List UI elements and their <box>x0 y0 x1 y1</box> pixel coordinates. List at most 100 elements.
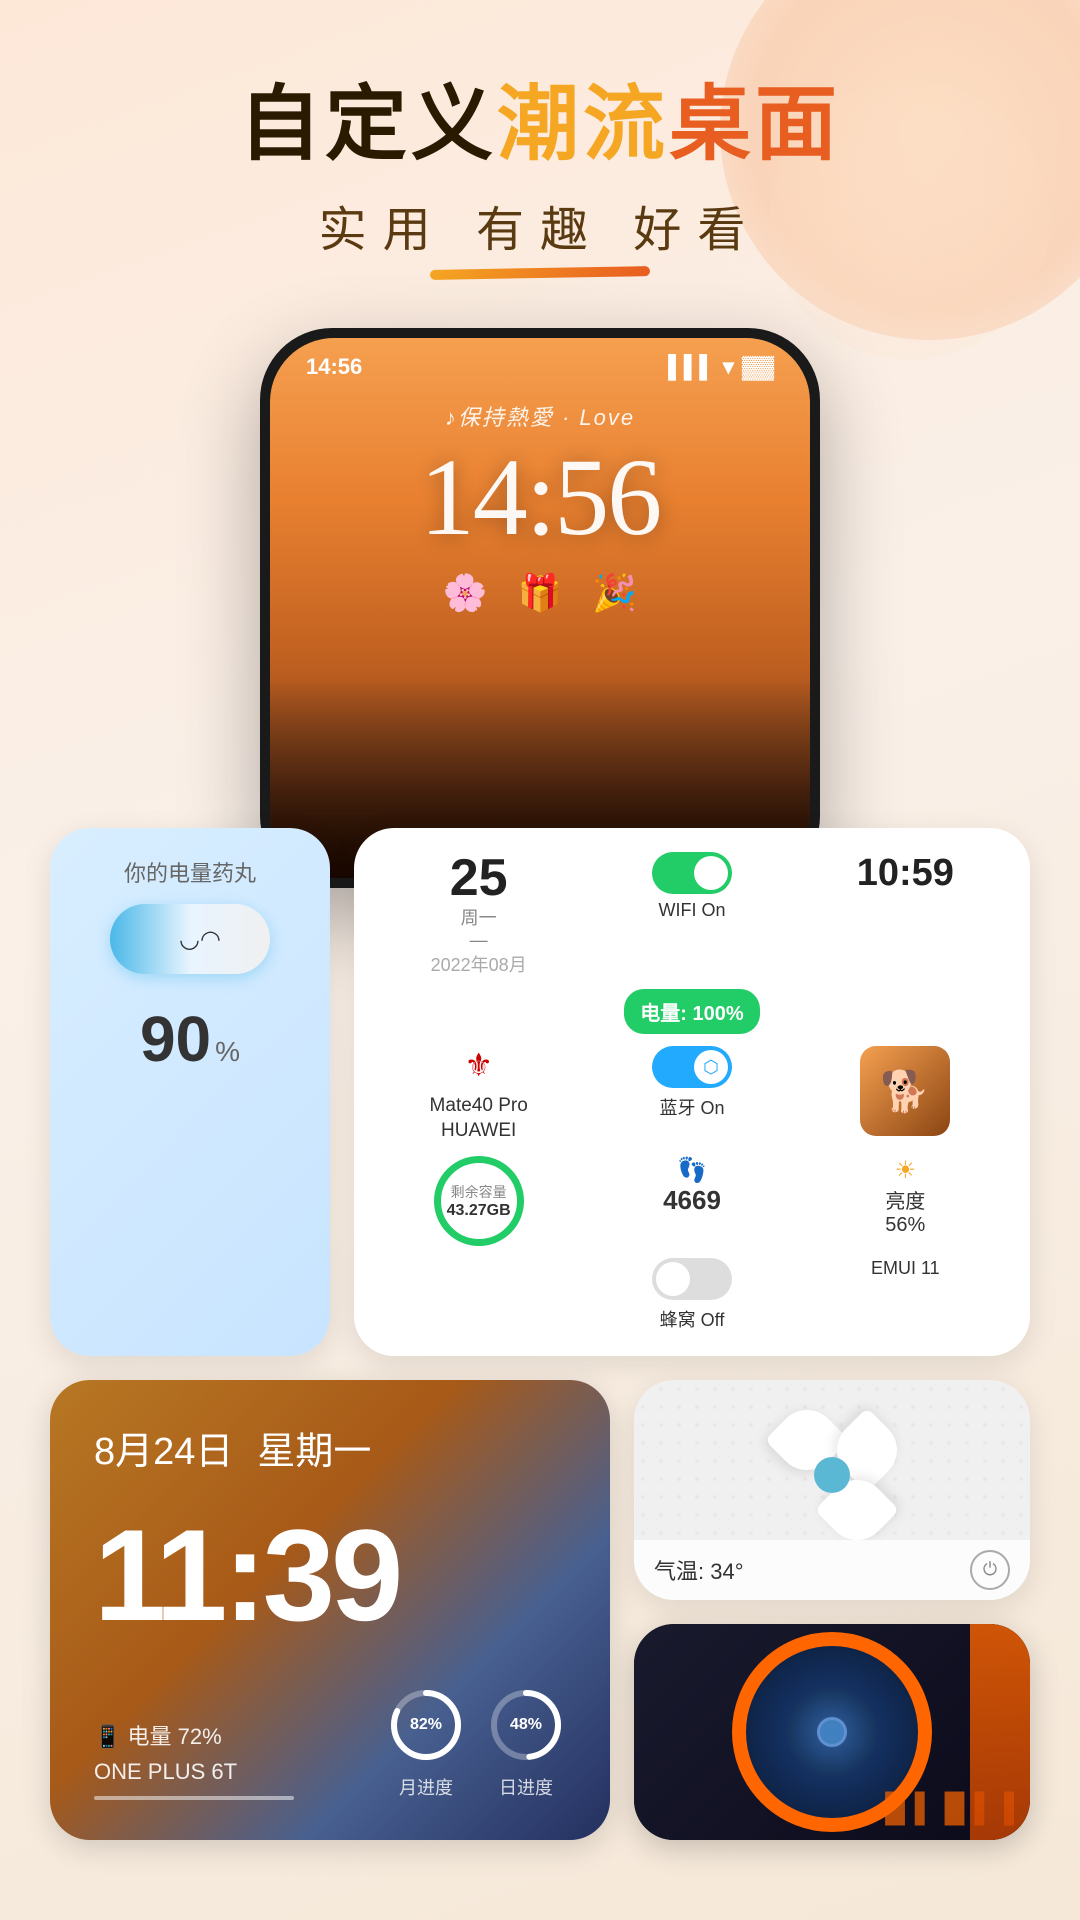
step-icon: 👣 <box>677 1156 707 1185</box>
battery-bar-display: 电量: 100% <box>624 989 759 1034</box>
bluetooth-toggle-knob: ⬡ <box>694 1050 728 1084</box>
clock-weekday: 星期一 <box>257 1420 371 1475</box>
daily-progress: 48% 日进度 <box>486 1685 566 1800</box>
widgets-row1: 你的电量药丸 ◡◠ 90 % 25 周一 — 2022年08月 WIF <box>50 828 1030 1355</box>
monthly-progress: 82% 月进度 <box>386 1685 466 1800</box>
brightness-icon: ☀ <box>895 1156 917 1185</box>
cell-emui: EMUI 11 <box>805 1258 1006 1279</box>
monthly-progress-svg: 82% <box>386 1685 466 1765</box>
header: 自定义潮流桌面 实用 有趣 好看 <box>0 0 1080 278</box>
pill-face-icon: ◡◠ <box>179 925 221 954</box>
cell-huawei: ⚜ Mate40 Pro HUAWEI <box>378 1046 579 1143</box>
phone-frame: 14:56 ▌▌▌ ▾ ▓▓ ♪保持熱愛 · Love 14:56 🌸 🎁 🎉 <box>260 328 820 888</box>
huawei-device-info: Mate40 Pro HUAWEI <box>430 1094 528 1143</box>
phone-screen: 14:56 ▌▌▌ ▾ ▓▓ ♪保持熱愛 · Love 14:56 🌸 🎁 🎉 <box>270 338 810 878</box>
orange-stripe <box>970 1624 1030 1840</box>
hive-toggle-knob <box>656 1262 690 1296</box>
gift-icon: 🎁 <box>518 572 563 614</box>
fan-temp-label: 气温: 34° <box>654 1554 744 1586</box>
cell-wifi-toggle[interactable]: WIFI On <box>591 852 792 921</box>
lock-time-display: 14:56 <box>270 442 810 552</box>
battery-percent-display: 90 % <box>140 988 240 1076</box>
wifi-toggle-label: WIFI On <box>658 900 725 921</box>
lock-subtitle: ♪保持熱愛 · Love <box>270 400 810 432</box>
fan-bottom-bar: 气温: 34° ⏻ <box>634 1540 1030 1600</box>
title-part-black: 自定义 <box>239 79 497 170</box>
widget-clock-large: 8月24日 星期一 11:39 📱 电量 72% ONE PLUS 6T <box>50 1380 610 1840</box>
widgets-row2: 8月24日 星期一 11:39 📱 电量 72% ONE PLUS 6T <box>50 1380 1030 1840</box>
brightness-value: 56% <box>885 1214 925 1237</box>
widgets-area: 你的电量药丸 ◡◠ 90 % 25 周一 — 2022年08月 WIF <box>0 828 1080 1839</box>
cell-time: 10:59 <box>805 852 1006 895</box>
cell-battery-bar: 电量: 100% <box>378 989 1006 1034</box>
wifi-toggle-knob <box>694 856 728 890</box>
battery-unit-label: % <box>215 1036 240 1068</box>
monthly-label: 月进度 <box>386 1774 466 1800</box>
title-part-orange: 潮流 <box>497 79 669 170</box>
hive-toggle-switch[interactable] <box>652 1258 732 1300</box>
clock-time-display: 11:39 <box>94 1510 566 1640</box>
gaming-fan-inner <box>787 1687 877 1777</box>
progress-circles: 82% 月进度 48% 日进度 <box>386 1685 566 1800</box>
cell-steps: 👣 4669 <box>591 1156 792 1216</box>
phone-icon: 📱 <box>94 1724 121 1749</box>
battery-icon: ▓▓ <box>742 354 774 380</box>
widget-fan: 气温: 34° ⏻ <box>634 1380 1030 1600</box>
party-icon: 🎉 <box>592 572 637 614</box>
date-number: 25 <box>450 852 508 904</box>
phone-lock-screen: ♪保持熱愛 · Love 14:56 🌸 🎁 🎉 <box>270 380 810 614</box>
emui-version-label: EMUI 11 <box>871 1258 940 1279</box>
clock-device-section: 📱 电量 72% ONE PLUS 6T <box>94 1719 294 1799</box>
underline-icon <box>430 266 650 280</box>
storage-circle-display: 剩余容量 43.27GB <box>434 1156 524 1246</box>
huawei-brand: HUAWEI <box>430 1119 528 1144</box>
device-battery-bar <box>94 1796 294 1800</box>
clock-date: 8月24日 <box>94 1420 233 1475</box>
step-count-value: 4669 <box>663 1185 721 1216</box>
cell-bt-toggle[interactable]: ⬡ 蓝牙 On <box>591 1046 792 1120</box>
storage-label-text: 剩余容量 <box>451 1182 507 1202</box>
daily-label: 日进度 <box>486 1774 566 1800</box>
lock-icons-row: 🌸 🎁 🎉 <box>270 572 810 614</box>
widget-battery-pill: 你的电量药丸 ◡◠ 90 % <box>50 828 330 1355</box>
clock-battery-display: 📱 电量 72% <box>94 1719 294 1754</box>
widget-info: 25 周一 — 2022年08月 WIFI On 10:59 电量: 100% … <box>354 828 1030 1355</box>
wifi-toggle-switch[interactable] <box>652 852 732 894</box>
wifi-icon: ▾ <box>723 354 734 380</box>
clock-bottom: 📱 电量 72% ONE PLUS 6T <box>94 1685 566 1800</box>
status-icons: ▌▌▌ ▾ ▓▓ <box>668 354 774 380</box>
battery-percent-value: 90 <box>140 1002 211 1076</box>
subtitle-text: 实用 有趣 好看 <box>0 190 1080 260</box>
cell-storage: 剩余容量 43.27GB <box>378 1156 579 1246</box>
storage-value: 43.27GB <box>447 1202 511 1220</box>
device-name-text: ONE PLUS 6T <box>94 1754 294 1789</box>
clock-content: 8月24日 星期一 11:39 📱 电量 72% ONE PLUS 6T <box>50 1380 610 1840</box>
main-title: 自定义潮流桌面 <box>0 80 1080 170</box>
gaming-fan-center <box>817 1717 847 1747</box>
fan-assembly <box>757 1400 907 1550</box>
phone-thumbnail-image: 🐕 <box>860 1046 950 1136</box>
battery-label-text: 电量 72% <box>128 1724 222 1749</box>
cell-date: 25 周一 — 2022年08月 <box>378 852 579 977</box>
fan-center-hub <box>814 1457 850 1493</box>
hive-toggle-label: 蜂窝 Off <box>660 1306 725 1332</box>
date-weekday: 周一 <box>461 904 497 930</box>
monthly-percent-text: 82% <box>410 1716 442 1733</box>
bluetooth-toggle-switch[interactable]: ⬡ <box>652 1046 732 1088</box>
cell-hive-toggle[interactable]: 蜂窝 Off <box>591 1258 792 1332</box>
cell-phone-thumb: 🐕 <box>805 1046 1006 1136</box>
title-part-red: 桌面 <box>669 79 841 170</box>
battery-widget-title: 你的电量药丸 <box>124 856 256 888</box>
clock-battery-info: 📱 电量 72% ONE PLUS 6T <box>94 1719 294 1789</box>
daily-percent-text: 48% <box>510 1716 542 1733</box>
date-month: 2022年08月 <box>431 951 527 977</box>
fan-power-button[interactable]: ⏻ <box>970 1550 1010 1590</box>
signal-icon: ▌▌▌ <box>668 354 715 380</box>
brightness-label-text: 亮度 <box>885 1185 925 1214</box>
phone-statusbar: 14:56 ▌▌▌ ▾ ▓▓ <box>270 338 810 380</box>
widget-gaming-fan: ▐▌▌▐▌▌▐ <box>634 1624 1030 1840</box>
daily-progress-svg: 48% <box>486 1685 566 1765</box>
cell-brightness: ☀ 亮度 56% <box>805 1156 1006 1237</box>
pill-capsule-icon: ◡◠ <box>110 904 270 974</box>
phone-mockup-container: 14:56 ▌▌▌ ▾ ▓▓ ♪保持熱愛 · Love 14:56 🌸 🎁 🎉 <box>0 328 1080 888</box>
